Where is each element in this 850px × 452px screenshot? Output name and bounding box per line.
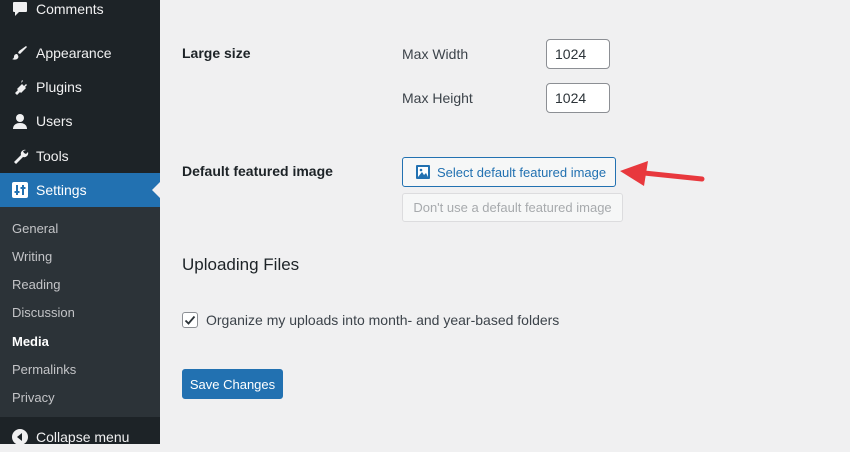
settings-sliders-icon [10,180,30,200]
sidebar-item-appearance[interactable]: Appearance [0,36,160,70]
large-max-height-input[interactable]: 1024 [546,83,610,113]
collapse-arrow-icon [10,427,30,447]
sidebar-item-label: Comments [36,1,104,17]
settings-submenu: General Writing Reading Discussion Media… [0,207,160,417]
collapse-menu-button[interactable]: Collapse menu [0,422,160,452]
large-max-width-input[interactable]: 1024 [546,39,610,69]
dont-use-default-featured-image-button[interactable]: Don't use a default featured image [402,193,623,222]
submenu-item-writing[interactable]: Writing [12,249,52,264]
save-changes-button[interactable]: Save Changes [182,369,283,399]
organize-uploads-checkbox[interactable] [182,312,198,328]
organize-uploads-label: Organize my uploads into month- and year… [206,312,560,328]
max-width-label: Max Width [402,46,469,62]
sidebar-item-label: Appearance [36,45,112,61]
user-icon [10,111,30,131]
max-height-label: Max Height [402,90,473,106]
sidebar-item-label: Plugins [36,79,82,95]
uploading-files-heading: Uploading Files [182,255,300,274]
select-default-featured-image-label: Select default featured image [437,164,607,180]
comments-icon [10,0,30,19]
submenu-item-permalinks[interactable]: Permalinks [12,362,76,377]
sidebar-item-label: Settings [36,182,87,198]
sidebar-item-comments[interactable]: Comments [0,0,160,26]
admin-sidebar: Comments Appearance Plugins Users Tools … [0,0,160,445]
default-featured-image-label: Default featured image [182,163,333,179]
annotation-arrow-icon [620,161,705,186]
large-size-label: Large size [182,45,251,61]
select-default-featured-image-button[interactable]: Select default featured image [402,157,616,187]
submenu-item-general[interactable]: General [12,221,58,236]
sidebar-item-settings[interactable]: Settings [0,173,160,207]
submenu-item-reading[interactable]: Reading [12,277,60,292]
image-icon [415,164,431,180]
submenu-item-discussion[interactable]: Discussion [12,305,75,320]
sidebar-item-tools[interactable]: Tools [0,139,160,173]
checkmark-icon [184,315,196,325]
submenu-item-privacy[interactable]: Privacy [12,390,55,405]
sidebar-item-label: Users [36,113,73,129]
wrench-icon [10,146,30,166]
paintbrush-icon [10,43,30,63]
collapse-menu-label: Collapse menu [36,429,130,445]
sidebar-item-label: Tools [36,148,69,164]
submenu-item-media[interactable]: Media [12,334,49,349]
plug-icon [10,77,30,97]
sidebar-item-plugins[interactable]: Plugins [0,70,160,104]
sidebar-item-users[interactable]: Users [0,104,160,138]
